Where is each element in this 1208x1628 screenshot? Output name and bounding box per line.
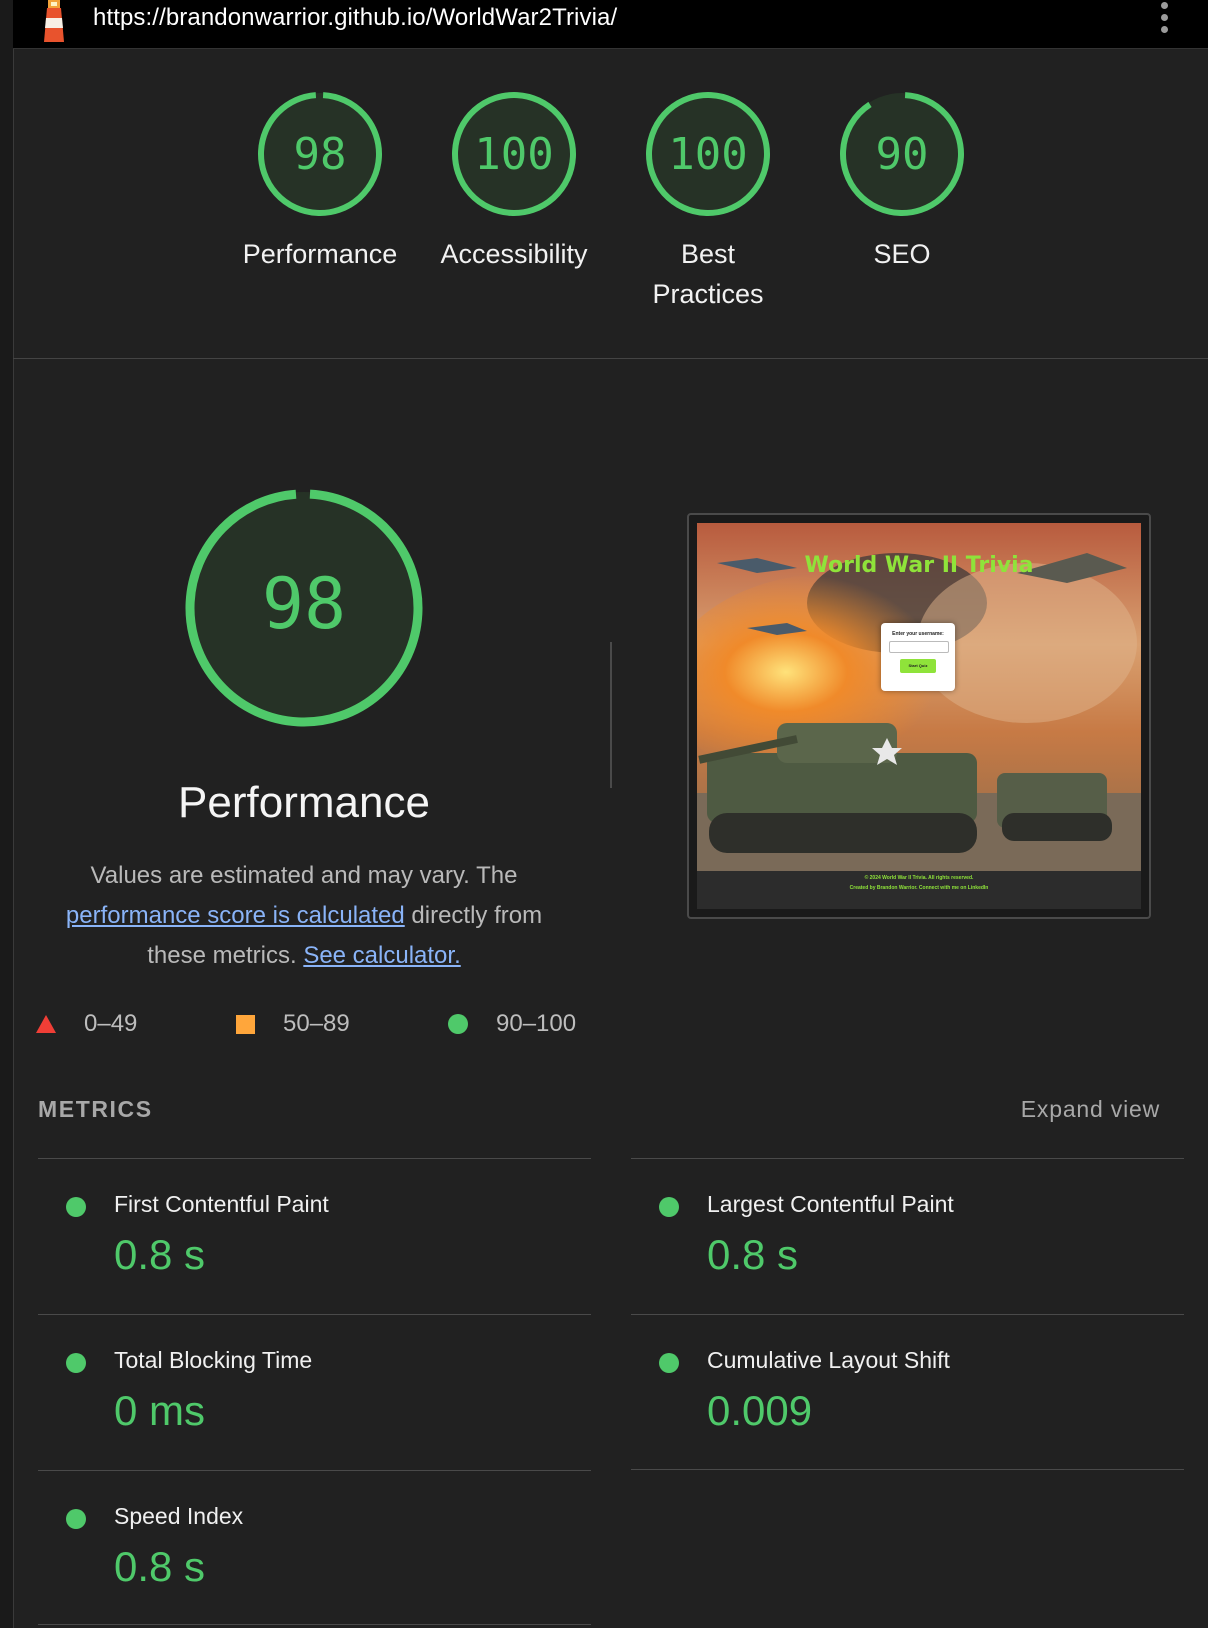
- screenshot-title: World War II Trivia: [804, 553, 1034, 578]
- metric-name: Cumulative Layout Shift: [707, 1347, 950, 1373]
- footer-line: Created by Brandon Warrior. Connect with…: [849, 885, 989, 891]
- triangle-icon: [36, 1015, 56, 1033]
- pass-circle-icon: [66, 1509, 86, 1529]
- divider: [631, 1469, 1184, 1470]
- username-prompt: Enter your username:: [892, 631, 944, 637]
- metric-name: Total Blocking Time: [114, 1347, 313, 1373]
- gauge-label: Accessibility: [440, 239, 588, 269]
- pass-circle-icon: [66, 1197, 86, 1217]
- performance-title: Performance: [178, 778, 430, 827]
- pass-circle-icon: [659, 1353, 679, 1373]
- expand-view-toggle[interactable]: Expand view: [1021, 1096, 1160, 1123]
- desc-text: Values are estimated and may vary. The: [90, 862, 518, 889]
- pass-circle-icon: [659, 1197, 679, 1217]
- page-url: https://brandonwarrior.github.io/WorldWa…: [93, 4, 618, 31]
- screenshot-footer: © 2024 World War II Trivia. All rights r…: [697, 873, 1141, 893]
- metrics-header: METRICS Expand view: [38, 1096, 1160, 1132]
- gauge-best-practices[interactable]: 100 Best Practices: [618, 88, 798, 314]
- metric-name: Speed Index: [114, 1503, 244, 1529]
- top-bar: https://brandonwarrior.github.io/WorldWa…: [13, 0, 1208, 49]
- gauge-label: SEO: [873, 239, 931, 269]
- metric-lcp: Largest Contentful Paint 0.8 s: [631, 1158, 1184, 1314]
- gauge-ring: 98: [258, 92, 382, 216]
- score-gauges: 98 Performance 100 Accessibility 100 Bes…: [13, 48, 1208, 359]
- performance-gauge: 98: [185, 489, 423, 727]
- gauge-score: 100: [474, 129, 553, 180]
- divider: [610, 642, 612, 788]
- divider: [38, 1624, 591, 1625]
- left-rail: [0, 0, 14, 1628]
- metric-value: 0.8 s: [114, 1231, 206, 1278]
- final-screenshot[interactable]: World War II Trivia Enter your username:…: [687, 513, 1151, 919]
- gauge-ring: 100: [646, 92, 770, 216]
- performance-description: Values are estimated and may vary. The p…: [50, 856, 558, 976]
- lighthouse-icon: [44, 0, 64, 42]
- legend-pass: 90–100: [448, 1010, 576, 1038]
- username-field: [889, 641, 949, 653]
- metric-value: 0.8 s: [114, 1543, 206, 1590]
- legend-pass-label: 90–100: [496, 1010, 577, 1037]
- metric-name: Largest Contentful Paint: [707, 1191, 954, 1217]
- metric-cls: Cumulative Layout Shift 0.009: [631, 1314, 1184, 1470]
- gauge-seo[interactable]: 90 SEO: [812, 88, 992, 274]
- metric-value: 0.009: [707, 1387, 813, 1434]
- gauge-score: 90: [876, 129, 929, 180]
- score-calculated-link[interactable]: performance score is calculated: [66, 902, 405, 929]
- metric-si: Speed Index 0.8 s: [38, 1470, 591, 1626]
- score-legend: 0–49 50–89 90–100: [36, 1010, 596, 1042]
- gauge-ring: 90: [840, 92, 964, 216]
- circle-icon: [448, 1014, 468, 1034]
- gauge-accessibility[interactable]: 100 Accessibility: [424, 88, 604, 274]
- see-calculator-link[interactable]: See calculator.: [303, 942, 460, 969]
- legend-fail: 0–49: [36, 1010, 137, 1038]
- metric-value: 0.8 s: [707, 1231, 799, 1278]
- square-icon: [236, 1014, 255, 1034]
- pass-circle-icon: [66, 1353, 86, 1373]
- legend-average: 50–89: [236, 1010, 350, 1038]
- gauge-performance[interactable]: 98 Performance: [230, 88, 410, 274]
- gauge-label: Best Practices: [652, 239, 764, 309]
- metric-tbt: Total Blocking Time 0 ms: [38, 1314, 591, 1470]
- legend-average-label: 50–89: [283, 1010, 350, 1037]
- metric-name: First Contentful Paint: [114, 1191, 329, 1217]
- screenshot-thumbnail: World War II Trivia Enter your username:…: [697, 523, 1141, 909]
- performance-score: 98: [262, 563, 346, 645]
- metric-fcp: First Contentful Paint 0.8 s: [38, 1158, 591, 1314]
- start-quiz-button: Start Quiz: [900, 659, 936, 673]
- gauge-score: 100: [668, 129, 747, 180]
- metric-value: 0 ms: [114, 1387, 206, 1434]
- gauge-ring: 100: [452, 92, 576, 216]
- username-card: Enter your username: Start Quiz: [881, 623, 955, 691]
- more-options-icon[interactable]: [1158, 2, 1170, 34]
- legend-fail-label: 0–49: [84, 1010, 138, 1037]
- footer-line: © 2024 World War II Trivia. All rights r…: [864, 875, 974, 881]
- gauge-label: Performance: [242, 239, 398, 269]
- gauge-score: 98: [294, 129, 347, 180]
- metrics-heading: METRICS: [38, 1096, 153, 1122]
